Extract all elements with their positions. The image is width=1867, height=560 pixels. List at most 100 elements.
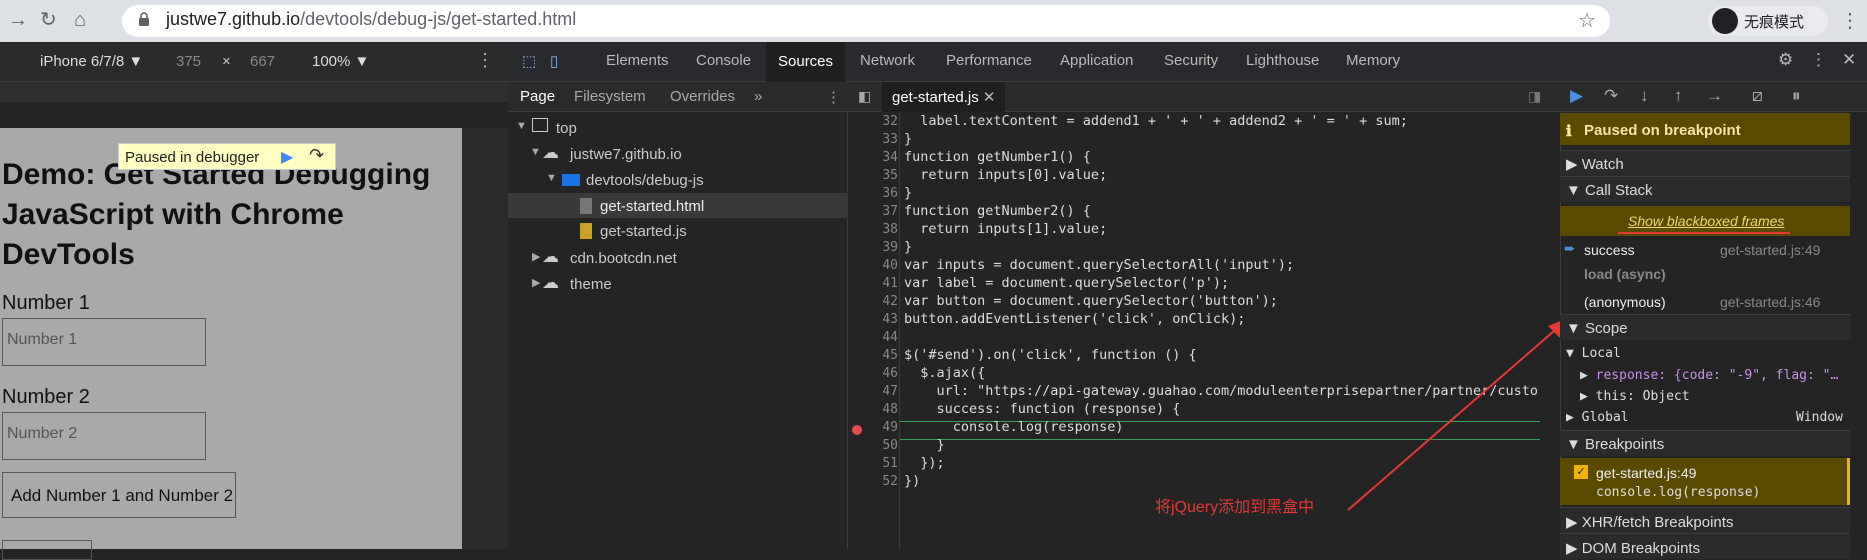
line-number[interactable]: 36 [870, 186, 898, 201]
line-number[interactable]: 33 [870, 132, 898, 147]
step-over-icon[interactable]: ↷ [1604, 86, 1618, 106]
editor-tab-label: get-started.js [892, 89, 979, 106]
tab-memory[interactable]: Memory [1346, 52, 1400, 69]
scope-response[interactable]: ▶ response: {code: "-9", flag: "… [1580, 368, 1838, 383]
inspect-element-icon[interactable]: ⬚ [522, 52, 536, 70]
device-select[interactable]: iPhone 6/7/8 ▼ [40, 53, 143, 70]
close-tab-icon[interactable]: ✕ [983, 89, 996, 106]
resume-script-icon[interactable]: ▶︎ [1570, 86, 1583, 106]
line-number[interactable]: 34 [870, 150, 898, 165]
browser-menu-icon[interactable]: ⋮ [1840, 8, 1860, 33]
xhr-label: ▶ XHR/fetch Breakpoints [1566, 514, 1734, 531]
line-number[interactable]: 52 [870, 474, 898, 489]
code-line: } [904, 239, 913, 255]
tab-lighthouse[interactable]: Lighthouse [1246, 52, 1319, 69]
line-number[interactable]: 50 [870, 438, 898, 453]
second-button[interactable] [2, 540, 92, 560]
tree-top[interactable]: top [556, 120, 577, 137]
line-number[interactable]: 40 [870, 258, 898, 273]
line-number[interactable]: 49 [870, 420, 898, 435]
show-blackboxed-link[interactable]: Show blackboxed frames [1628, 213, 1784, 229]
step-over-icon[interactable]: ↷ [309, 145, 324, 166]
tab-network[interactable]: Network [860, 52, 915, 69]
scope-local[interactable]: ▼ Local [1566, 346, 1621, 361]
navigator-tabs: Page Filesystem Overrides » ⋮ [508, 82, 848, 112]
home-icon[interactable]: ⌂ [74, 9, 86, 31]
devtools-tabbar: ⬚ ▯ Elements Console Sources Network Per… [508, 42, 1867, 82]
this-var: this: Object [1595, 389, 1690, 404]
step-icon[interactable]: → [1706, 86, 1723, 106]
bookmark-star-icon[interactable]: ☆ [1578, 8, 1596, 33]
tab-application[interactable]: Application [1060, 52, 1133, 69]
number2-input[interactable]: Number 2 [2, 412, 206, 460]
expand-host-icon[interactable]: ▼ [530, 146, 541, 158]
frame-anonymous[interactable]: (anonymous) [1584, 294, 1666, 310]
tree-cdn[interactable]: cdn.bootcdn.net [570, 250, 677, 267]
tree-js-file[interactable]: get-started.js [600, 223, 687, 240]
line-number[interactable]: 43 [870, 312, 898, 327]
nav-tab-filesystem[interactable]: Filesystem [574, 88, 646, 105]
line-number[interactable]: 46 [870, 366, 898, 381]
frame-success-loc[interactable]: get-started.js:49 [1720, 242, 1820, 258]
tab-security[interactable]: Security [1164, 52, 1218, 69]
tab-console[interactable]: Console [696, 52, 751, 69]
pause-on-exceptions-icon[interactable]: ⏸ [1792, 86, 1801, 106]
deactivate-breakpoints-icon[interactable]: ⧄ [1752, 86, 1763, 106]
breakpoints-title: Breakpoints [1585, 436, 1665, 453]
expand-cdn-icon[interactable]: ▶ [532, 250, 540, 263]
tree-host[interactable]: justwe7.github.io [570, 146, 682, 163]
devtools-menu-icon[interactable]: ⋮ [1810, 50, 1827, 70]
scope-title: Scope [1585, 320, 1628, 337]
nav-tab-overrides[interactable]: Overrides [670, 88, 735, 105]
tree-theme[interactable]: theme [570, 276, 612, 293]
device-width[interactable]: 375 [176, 53, 201, 70]
media-query-bar [0, 82, 508, 102]
resume-icon[interactable]: ▶︎ [281, 147, 293, 167]
breakpoint-checkbox[interactable]: ✓ [1574, 465, 1588, 479]
nav-tab-page[interactable]: Page [520, 88, 555, 105]
tree-html-file[interactable]: get-started.html [600, 198, 704, 215]
line-number[interactable]: 45 [870, 348, 898, 363]
expand-top-icon[interactable]: ▼ [516, 120, 527, 132]
line-number[interactable]: 39 [870, 240, 898, 255]
navigator-menu-icon[interactable]: ⋮ [826, 88, 841, 106]
line-number[interactable]: 41 [870, 276, 898, 291]
expand-theme-icon[interactable]: ▶ [532, 276, 540, 289]
line-number[interactable]: 51 [870, 456, 898, 471]
add-numbers-button[interactable]: Add Number 1 and Number 2 [2, 472, 236, 518]
toggle-navigator-icon[interactable]: ◧ [858, 88, 871, 105]
line-number[interactable]: 44 [870, 330, 898, 345]
frame-anonymous-loc[interactable]: get-started.js:46 [1720, 294, 1820, 310]
scope-global[interactable]: ▶ Global [1566, 410, 1629, 425]
tab-performance[interactable]: Performance [946, 52, 1032, 69]
line-number[interactable]: 38 [870, 222, 898, 237]
nav-tab-more[interactable]: » [754, 88, 762, 105]
step-into-icon[interactable]: ↓ [1640, 86, 1649, 106]
breakpoint-marker-icon[interactable] [852, 425, 862, 435]
tree-folder[interactable]: devtools/debug-js [586, 172, 704, 189]
tab-elements[interactable]: Elements [606, 52, 669, 69]
number1-input[interactable]: Number 1 [2, 318, 206, 366]
editor-tab-file[interactable]: get-started.js ✕ [882, 82, 1006, 112]
step-out-icon[interactable]: ↑ [1674, 86, 1683, 106]
line-number[interactable]: 32 [870, 114, 898, 129]
tab-sources[interactable]: Sources [766, 42, 846, 82]
device-mode-icon[interactable]: ▯ [550, 52, 558, 70]
line-number[interactable]: 37 [870, 204, 898, 219]
toggle-debugger-icon[interactable]: ◨ [1528, 88, 1541, 105]
device-height[interactable]: 667 [250, 53, 275, 70]
close-devtools-icon[interactable]: ✕ [1842, 50, 1856, 70]
line-number[interactable]: 35 [870, 168, 898, 183]
forward-arrow-icon[interactable]: → [8, 9, 28, 31]
expand-folder-icon[interactable]: ▼ [546, 172, 557, 184]
scope-this[interactable]: ▶ this: Object [1580, 389, 1690, 404]
line-number[interactable]: 42 [870, 294, 898, 309]
settings-gear-icon[interactable]: ⚙ [1778, 50, 1793, 70]
current-frame-arrow-icon: ➨ [1564, 240, 1576, 256]
device-more-icon[interactable]: ⋮ [476, 50, 494, 71]
line-number[interactable]: 47 [870, 384, 898, 399]
zoom-select[interactable]: 100% ▼ [312, 53, 369, 70]
line-number[interactable]: 48 [870, 402, 898, 417]
frame-success[interactable]: success [1584, 242, 1635, 258]
reload-icon[interactable]: ↻ [40, 9, 57, 31]
